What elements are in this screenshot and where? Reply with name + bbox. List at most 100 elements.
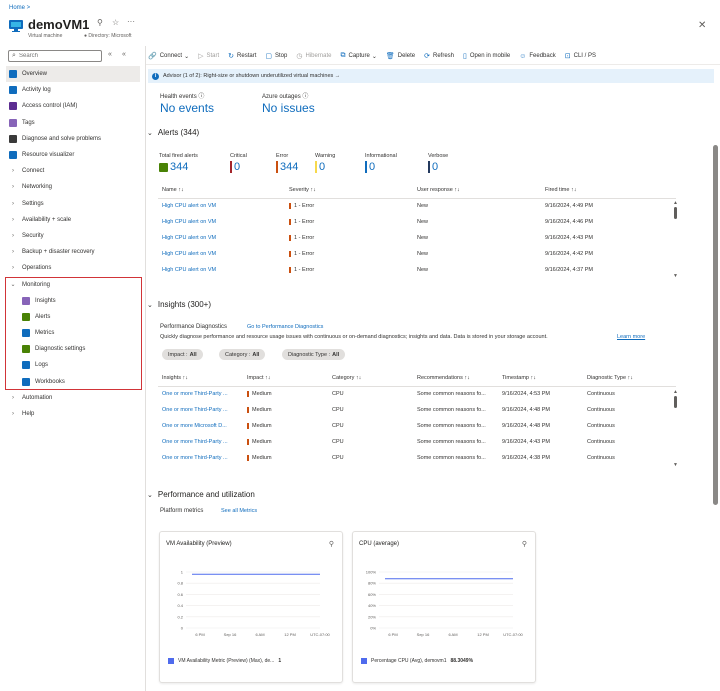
- health-events-value[interactable]: No events: [160, 101, 214, 115]
- column-header[interactable]: Diagnostic Type ↑↓: [583, 371, 676, 387]
- delete-button[interactable]: 🗑 Delete: [386, 52, 415, 60]
- table-row[interactable]: One or more Third-Party ... Medium CPU Some…: [158, 450, 676, 466]
- start-button[interactable]: ▷ Start: [198, 52, 219, 60]
- stop-button[interactable]: ▢ Stop: [265, 52, 287, 60]
- severity-count[interactable]: 344: [159, 161, 188, 173]
- feedback-button[interactable]: ☺ Feedback: [519, 53, 556, 60]
- restart-button[interactable]: ↻ Restart: [228, 52, 256, 60]
- pin-icon[interactable]: ⚲: [329, 540, 334, 548]
- column-header[interactable]: Severity ↑↓: [285, 183, 413, 199]
- alert-name[interactable]: High CPU alert on VM: [158, 214, 285, 230]
- column-header[interactable]: Impact ↑↓: [243, 371, 328, 387]
- capture-button[interactable]: ⧉ Capture ⌄: [340, 52, 376, 60]
- alert-name[interactable]: High CPU alert on VM: [158, 230, 285, 246]
- table-row[interactable]: High CPU alert on VM 1 - Error New 9/16/202…: [158, 262, 676, 278]
- cpu-average-card[interactable]: CPU (average) ⚲ 100% 80% 60% 40% 20% 0% 6 PM Se…: [352, 531, 536, 683]
- sidebar-item-overview[interactable]: Overview: [6, 66, 140, 83]
- sidebar-item-tags[interactable]: Tags: [6, 115, 140, 131]
- page-scrollbar[interactable]: [713, 145, 718, 505]
- severity-count[interactable]: 0: [365, 161, 375, 173]
- sidebar-item-activity-log[interactable]: Activity log: [6, 82, 140, 98]
- expand-collapse-icon[interactable]: «: [108, 51, 112, 58]
- sidebar-item-resource-visualizer[interactable]: Resource visualizer: [6, 147, 140, 163]
- filter-diagnostic-type[interactable]: Diagnostic Type : All: [282, 349, 346, 360]
- search-input[interactable]: [19, 52, 99, 60]
- table-row[interactable]: High CPU alert on VM 1 - Error New 9/16/202…: [158, 214, 676, 230]
- table-row[interactable]: One or more Third-Party ... Medium CPU Some…: [158, 386, 676, 402]
- insight-name[interactable]: One or more Third-Party ...: [158, 450, 243, 466]
- chart-legend[interactable]: VM Availability Metric (Preview) (Max), …: [168, 658, 281, 664]
- column-header[interactable]: Insights ↑↓: [158, 371, 243, 387]
- x-tick-label: UTC-07:00: [310, 632, 330, 637]
- pin-icon[interactable]: ⚲: [522, 540, 527, 548]
- sidebar-item-automation[interactable]: › Automation: [6, 390, 140, 406]
- filter-category[interactable]: Category : All: [219, 349, 266, 360]
- sidebar-item-security[interactable]: › Security: [6, 228, 140, 244]
- insights-section-header[interactable]: ⌄ Insights (300+): [147, 300, 211, 309]
- sidebar-item-connect[interactable]: › Connect: [6, 163, 140, 179]
- learn-more-link[interactable]: Learn more: [617, 334, 645, 340]
- filter-impact[interactable]: Impact : All: [162, 349, 203, 360]
- sidebar-item-help[interactable]: › Help: [6, 406, 140, 422]
- advisor-banner[interactable]: i Advisor (1 of 2): Right-size or shutdo…: [148, 69, 714, 83]
- azure-outages-label: Azure outages ⓘ: [262, 94, 309, 100]
- column-header[interactable]: Timestamp ↑↓: [498, 371, 583, 387]
- more-options-icon[interactable]: ···: [127, 17, 135, 26]
- table-row[interactable]: High CPU alert on VM 1 - Error New 9/16/202…: [158, 230, 676, 246]
- sidebar-item-diagnose-and-solve-problems[interactable]: Diagnose and solve problems: [6, 131, 140, 147]
- insight-name[interactable]: One or more Third-Party ...: [158, 386, 243, 402]
- insights-scrollbar[interactable]: [674, 396, 677, 408]
- pin-icon[interactable]: ⚲: [97, 18, 103, 27]
- sidebar-item-access-control-iam[interactable]: Access control (IAM): [6, 98, 140, 114]
- table-row[interactable]: High CPU alert on VM 1 - Error New 9/16/202…: [158, 198, 676, 214]
- insight-name[interactable]: One or more Third-Party ...: [158, 434, 243, 450]
- column-header[interactable]: Recommendations ↑↓: [413, 371, 498, 387]
- severity-count[interactable]: 0: [428, 161, 438, 173]
- see-all-metrics-link[interactable]: See all Metrics: [221, 508, 257, 514]
- sidebar-item-operations[interactable]: › Operations: [6, 260, 140, 276]
- insight-name[interactable]: One or more Third-Party ...: [158, 402, 243, 418]
- chart-title: VM Availability (Preview): [166, 541, 232, 547]
- table-row[interactable]: One or more Third-Party ... Medium CPU Some…: [158, 434, 676, 450]
- performance-section-header[interactable]: ⌄ Performance and utilization: [147, 490, 255, 499]
- severity-count[interactable]: 0: [230, 161, 240, 173]
- connect-button[interactable]: 🔗 Connect ⌄: [148, 52, 189, 60]
- scroll-down-icon[interactable]: ▼: [673, 273, 678, 279]
- sidebar-item-settings[interactable]: › Settings: [6, 196, 140, 212]
- chart-legend[interactable]: Percentage CPU (Avg), demovm1 88.3049%: [361, 658, 473, 664]
- insight-diag-type: Continuous: [587, 455, 615, 461]
- alert-name[interactable]: High CPU alert on VM: [158, 262, 285, 278]
- column-header[interactable]: Name ↑↓: [158, 183, 285, 199]
- severity-count[interactable]: 344: [276, 161, 298, 173]
- table-row[interactable]: One or more Third-Party ... Medium CPU Some…: [158, 402, 676, 418]
- column-header[interactable]: User response ↑↓: [413, 183, 541, 199]
- sidebar-search[interactable]: ⌕: [8, 50, 102, 62]
- insight-name[interactable]: One or more Microsoft D...: [158, 418, 243, 434]
- scroll-up-icon[interactable]: ▲: [673, 389, 678, 395]
- alert-name[interactable]: High CPU alert on VM: [158, 246, 285, 262]
- refresh-button[interactable]: ⟳ Refresh: [424, 52, 454, 60]
- column-header[interactable]: Fired time ↑↓: [541, 183, 676, 199]
- table-row[interactable]: One or more Microsoft D... Medium CPU Some …: [158, 418, 676, 434]
- alert-name[interactable]: High CPU alert on VM: [158, 198, 285, 214]
- collapse-sidebar-icon[interactable]: «: [122, 51, 126, 58]
- table-row[interactable]: High CPU alert on VM 1 - Error New 9/16/202…: [158, 246, 676, 262]
- alerts-scrollbar[interactable]: [674, 207, 677, 219]
- vm-availability-card[interactable]: VM Availability (Preview) ⚲ 1 0.8 0.6 0.4 0.…: [159, 531, 343, 683]
- favorite-star-icon[interactable]: ☆: [112, 18, 119, 27]
- column-header[interactable]: Category ↑↓: [328, 371, 413, 387]
- perf-diag-link[interactable]: Go to Performance Diagnostics: [247, 324, 323, 330]
- azure-outages-value[interactable]: No issues: [262, 101, 315, 115]
- hibernate-button[interactable]: ◷ Hibernate: [296, 52, 331, 60]
- open-in-mobile-button[interactable]: ▯ Open in mobile: [463, 52, 510, 60]
- alerts-section-header[interactable]: ⌄ Alerts (344): [147, 128, 199, 137]
- breadcrumb[interactable]: Home >: [9, 5, 30, 11]
- severity-count[interactable]: 0: [315, 161, 325, 173]
- sidebar-item-networking[interactable]: › Networking: [6, 179, 140, 195]
- close-icon[interactable]: ✕: [698, 20, 706, 31]
- scroll-up-icon[interactable]: ▲: [673, 200, 678, 206]
- scroll-down-icon[interactable]: ▼: [673, 462, 678, 468]
- sidebar-item-availability-scale[interactable]: › Availability + scale: [6, 212, 140, 228]
- sidebar-item-backup-disaster-recovery[interactable]: › Backup + disaster recovery: [6, 244, 140, 260]
- cli-ps-button[interactable]: ⊡ CLI / PS: [565, 52, 596, 60]
